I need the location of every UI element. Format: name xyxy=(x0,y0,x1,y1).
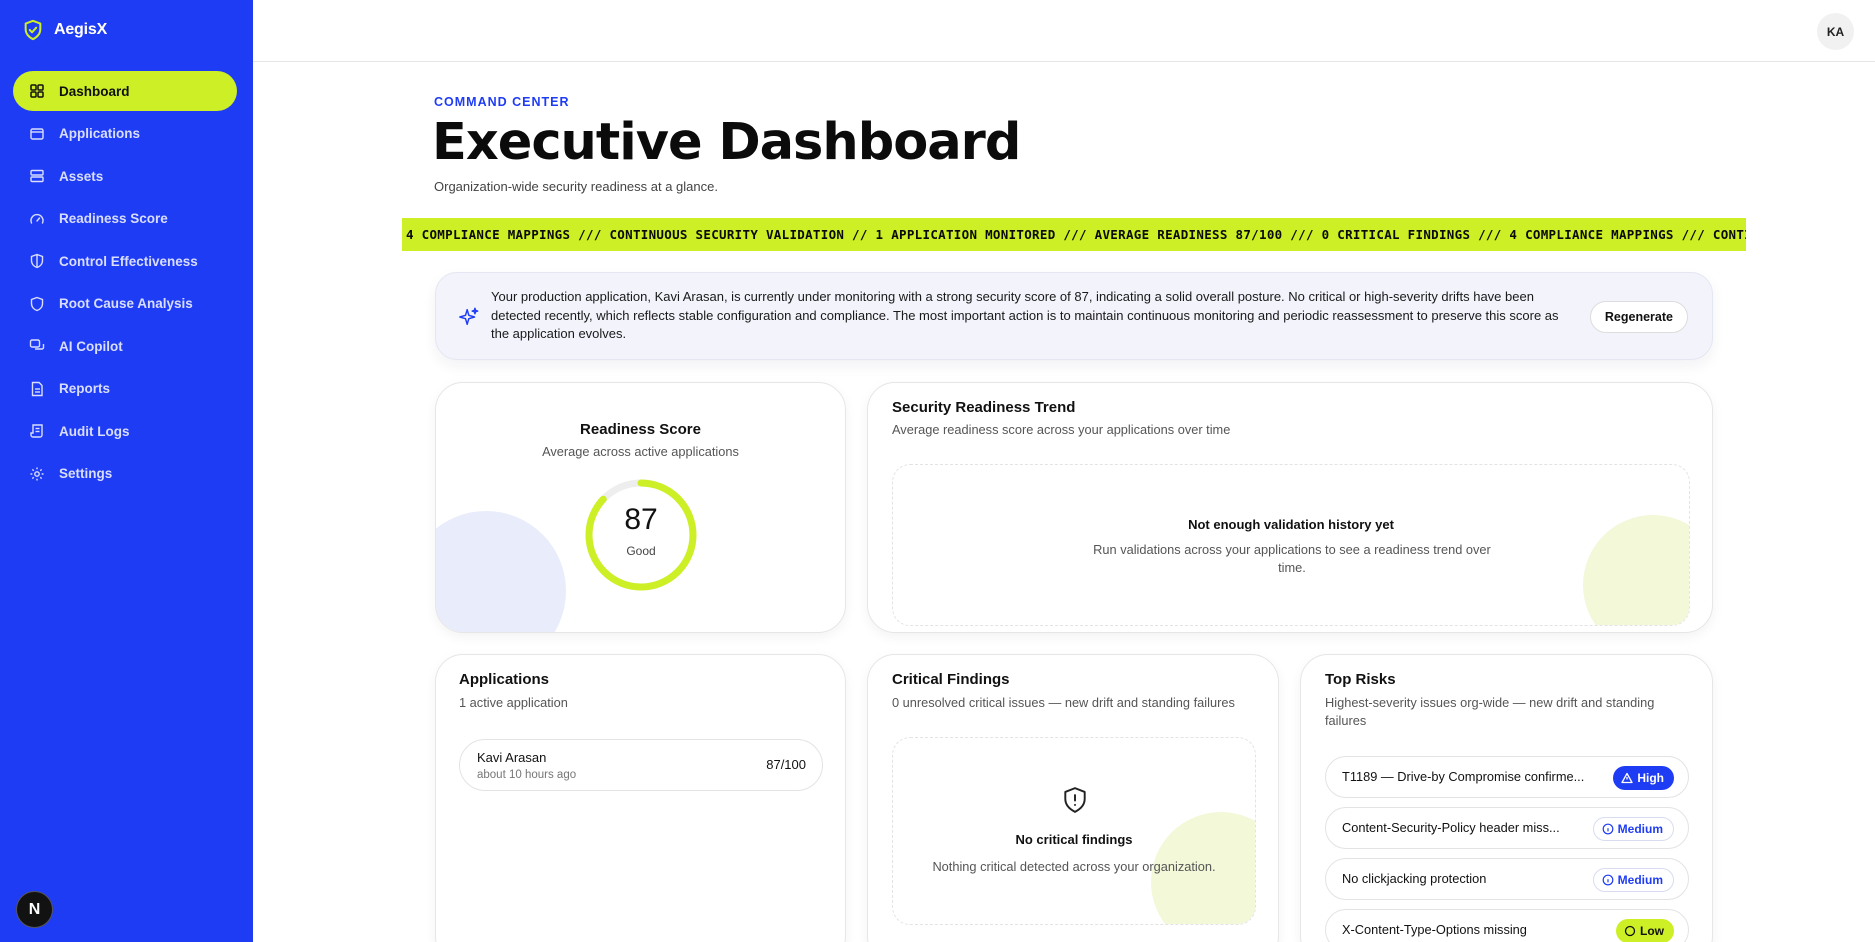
chat-icon xyxy=(29,338,45,354)
card-title: Critical Findings xyxy=(892,671,1010,688)
shield-icon xyxy=(29,253,45,269)
critical-empty-state: No critical findings Nothing critical de… xyxy=(892,737,1256,925)
severity-badge-high: High xyxy=(1613,766,1674,790)
top-bar: KA xyxy=(253,0,1875,62)
readiness-score-label: Good xyxy=(626,544,656,558)
readiness-score-value: 87 xyxy=(624,503,658,536)
sidebar-item-label: Applications xyxy=(59,126,141,141)
card-subtitle: Highest-severity issues org-wide — new d… xyxy=(1325,695,1655,728)
application-last-seen: about 10 hours ago xyxy=(477,769,577,781)
card-subtitle: 0 unresolved critical issues — new drift… xyxy=(892,695,1235,710)
ai-insight-banner: Your production application, Kavi Arasan… xyxy=(435,272,1713,360)
shield-check-icon xyxy=(24,19,42,41)
scroll-icon xyxy=(29,423,45,439)
risk-title: No clickjacking protection xyxy=(1342,871,1487,886)
risk-title: X-Content-Type-Options missing xyxy=(1342,922,1527,937)
severity-badge-medium: Medium xyxy=(1592,817,1674,841)
gear-icon xyxy=(29,466,45,482)
sidebar-item-control-effectiveness[interactable]: Control Effectiveness xyxy=(13,241,237,281)
sidebar-item-label: Assets xyxy=(59,168,104,184)
risk-row[interactable]: Content-Security-Policy header miss... M… xyxy=(1325,807,1689,849)
sparkles-icon xyxy=(459,307,479,326)
brand-name: AegisX xyxy=(54,21,108,38)
regenerate-button[interactable]: Regenerate xyxy=(1589,301,1688,333)
risk-row[interactable]: T1189 — Drive-by Compromise confirme... … xyxy=(1325,756,1689,798)
severity-badge-medium: Medium xyxy=(1592,868,1674,892)
card-title: Top Risks xyxy=(1325,671,1396,688)
application-name: Kavi Arasan xyxy=(477,750,547,765)
severity-label: Medium xyxy=(1617,873,1663,887)
top-risks-card: Top Risks Highest-severity issues org-wi… xyxy=(1300,654,1713,942)
risk-row[interactable]: No clickjacking protection Medium xyxy=(1325,858,1689,900)
shield-alert-icon xyxy=(29,296,45,312)
card-title: Applications xyxy=(459,671,550,688)
risk-title: Content-Security-Policy header miss... xyxy=(1342,820,1560,835)
shield-alert-icon xyxy=(1064,787,1086,813)
dev-tools-badge[interactable]: N xyxy=(16,891,53,928)
sidebar-item-label: Control Effectiveness xyxy=(59,253,198,269)
warning-triangle-icon xyxy=(1621,772,1633,784)
risk-title: T1189 — Drive-by Compromise confirme... xyxy=(1342,769,1585,784)
card-subtitle: 1 active application xyxy=(459,695,568,710)
window-icon xyxy=(29,126,45,142)
decorative-blob xyxy=(436,511,566,632)
sidebar-item-label: Settings xyxy=(59,466,113,481)
card-title: Readiness Score xyxy=(580,421,701,438)
sidebar-item-label: Readiness Score xyxy=(59,211,168,226)
sidebar-item-audit-logs[interactable]: Audit Logs xyxy=(13,411,237,451)
sidebar-item-applications[interactable]: Applications xyxy=(13,114,237,154)
empty-state-text: Nothing critical detected across your or… xyxy=(932,859,1216,874)
info-circle-icon xyxy=(1602,823,1614,835)
critical-findings-card: Critical Findings 0 unresolved critical … xyxy=(867,654,1279,942)
risk-row[interactable]: X-Content-Type-Options missing Low xyxy=(1325,909,1689,942)
brand-logo[interactable]: AegisX xyxy=(22,18,107,42)
info-circle-icon xyxy=(1602,874,1614,886)
circle-icon xyxy=(1624,925,1636,937)
sidebar-item-label: Reports xyxy=(59,381,111,396)
application-score: 87/100 xyxy=(766,757,806,772)
server-icon xyxy=(29,168,45,184)
card-subtitle: Average across active applications xyxy=(542,444,739,459)
severity-badge-low: Low xyxy=(1616,919,1674,942)
sidebar-item-reports[interactable]: Reports xyxy=(13,369,237,409)
page-title: Executive Dashboard xyxy=(432,113,1021,172)
sidebar-item-ai-copilot[interactable]: AI Copilot xyxy=(13,326,237,366)
sidebar-item-dashboard[interactable]: Dashboard xyxy=(13,71,237,111)
sidebar-item-settings[interactable]: Settings xyxy=(13,454,237,494)
readiness-trend-card: Security Readiness Trend Average readine… xyxy=(867,382,1713,633)
stats-ticker: 4 COMPLIANCE MAPPINGS /// CONTINUOUS SEC… xyxy=(402,218,1746,251)
sidebar-item-label: Root Cause Analysis xyxy=(59,296,193,311)
gauge-icon xyxy=(29,211,45,227)
card-title: Security Readiness Trend xyxy=(892,399,1076,416)
sidebar-item-root-cause-analysis[interactable]: Root Cause Analysis xyxy=(13,284,237,324)
grid-icon xyxy=(29,83,45,99)
sidebar-item-label: Dashboard xyxy=(59,83,130,99)
trend-empty-state: Not enough validation history yet Run va… xyxy=(892,464,1690,626)
severity-label: Low xyxy=(1640,924,1664,938)
sidebar-nav: Dashboard Applications Assets Readiness … xyxy=(13,71,237,496)
page-eyebrow: COMMAND CENTER xyxy=(434,95,570,109)
applications-card: Applications 1 active application Kavi A… xyxy=(435,654,846,942)
avatar[interactable]: KA xyxy=(1817,13,1854,50)
severity-label: High xyxy=(1637,771,1664,785)
empty-state-title: Not enough validation history yet xyxy=(1188,517,1394,532)
empty-state-title: No critical findings xyxy=(1015,832,1133,847)
empty-state-text: Run validations across your applications… xyxy=(1093,542,1491,575)
readiness-score-card: Readiness Score Average across active ap… xyxy=(435,382,846,633)
sidebar: AegisX Dashboard Applications Assets Rea… xyxy=(0,0,253,942)
severity-label: Medium xyxy=(1617,822,1663,836)
file-icon xyxy=(29,381,45,397)
page-subtitle: Organization-wide security readiness at … xyxy=(434,179,718,194)
sidebar-item-readiness-score[interactable]: Readiness Score xyxy=(13,199,237,239)
sidebar-item-label: Audit Logs xyxy=(59,423,130,439)
sidebar-item-assets[interactable]: Assets xyxy=(13,156,237,196)
sidebar-item-label: AI Copilot xyxy=(59,338,123,354)
insight-text: Your production application, Kavi Arasan… xyxy=(491,289,1559,341)
card-subtitle: Average readiness score across your appl… xyxy=(892,422,1231,437)
application-row[interactable]: Kavi Arasan about 10 hours ago 87/100 xyxy=(459,739,823,791)
